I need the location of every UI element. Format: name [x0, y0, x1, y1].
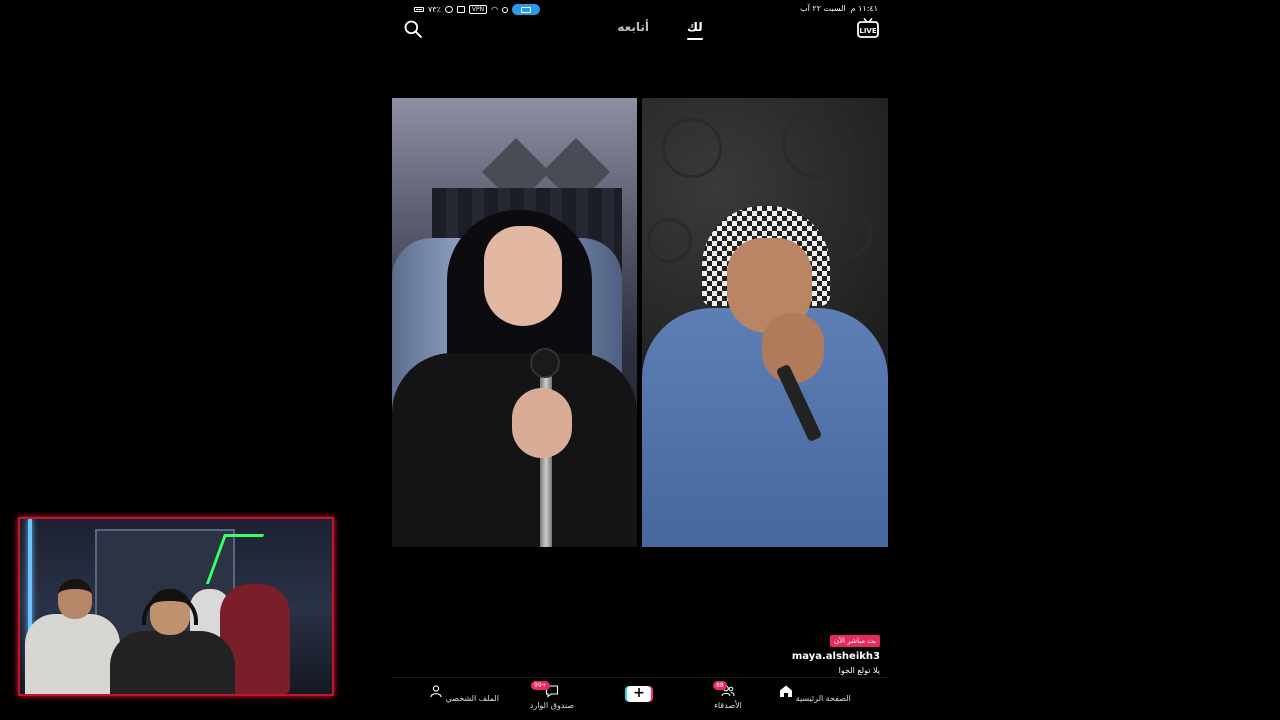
status-icons: ٧٣٪ VPN ◠ [414, 4, 541, 15]
alarm-icon [502, 6, 509, 13]
wall-pattern [662, 118, 722, 178]
live-username[interactable]: maya.alsheikh3 [792, 651, 880, 662]
cast-icon [456, 6, 465, 13]
live-now-badge[interactable]: بث مباشر الآن [829, 635, 880, 647]
person-right-shirt [110, 631, 235, 694]
friends-badge: 88 [713, 681, 727, 690]
inbox-icon: 99+ [531, 681, 559, 698]
inbox-badge: 99+ [531, 681, 550, 690]
home-icon [780, 685, 793, 697]
person-left-shirt [25, 614, 120, 694]
tab-for-you[interactable]: لك [687, 20, 703, 34]
status-date: السبت ٢٢ آب [800, 4, 846, 13]
top-nav: لك أتابعه LIVE [392, 16, 888, 44]
live-caption: يلا تولع الجوا [838, 666, 880, 675]
feed-tabs: لك أتابعه [392, 20, 888, 34]
live-video-left[interactable] [392, 98, 637, 547]
nav-inbox-label: صندوق الوارد [529, 701, 575, 710]
tab-following[interactable]: أتابعه [617, 20, 649, 34]
nav-home-label: الصفحة الرئيسية [795, 694, 851, 703]
streamer-webcam [18, 517, 334, 696]
streamer-face [484, 226, 562, 326]
nav-profile[interactable]: الملف الشخصي [424, 684, 504, 703]
battery-percent: ٧٣٪ [428, 5, 441, 14]
friends-icon: 88 [713, 681, 735, 698]
wifi-icon: ◠ [491, 5, 499, 14]
phone-screen: ٧٣٪ VPN ◠ ١١:٤١ م السبت ٢٢ آب لك أتابعه … [392, 0, 888, 720]
live-video-right[interactable] [642, 98, 888, 547]
status-time: ١١:٤١ م السبت ٢٢ آب [800, 4, 878, 13]
bottom-nav: الصفحة الرئيسية 88 الأصدقاء + 99+ صندوق … [392, 677, 888, 720]
vpn-icon: VPN [468, 5, 488, 14]
nav-profile-label: الملف الشخصي [445, 694, 499, 703]
profile-icon [430, 685, 442, 698]
live-info[interactable]: بث مباشر الآن maya.alsheikh3 يلا تولع ال… [792, 628, 880, 675]
nav-friends[interactable]: 88 الأصدقاء [688, 681, 768, 710]
wall-pattern [822, 208, 872, 258]
guest-hand [762, 313, 824, 383]
streamer-shirt [392, 353, 637, 547]
streamer-hand [512, 388, 572, 458]
person-left-head [58, 579, 92, 619]
live-label: LIVE [859, 27, 876, 35]
battery-icon [414, 7, 424, 12]
create-button[interactable]: + [627, 686, 651, 702]
status-clock: ١١:٤١ م [850, 4, 878, 13]
data-saver-icon [444, 6, 453, 13]
plus-icon: + [633, 685, 645, 701]
status-bar: ٧٣٪ VPN ◠ ١١:٤١ م السبت ٢٢ آب [392, 3, 888, 17]
nav-friends-label: الأصدقاء [714, 701, 742, 710]
nav-inbox[interactable]: 99+ صندوق الوارد [512, 681, 592, 710]
microphone-icon [530, 348, 560, 378]
live-icon[interactable]: LIVE [856, 17, 880, 41]
wall-pattern [647, 218, 692, 263]
nav-home[interactable]: الصفحة الرئيسية [775, 684, 855, 703]
screen-record-icon[interactable] [512, 4, 541, 15]
wall-pattern [782, 108, 852, 178]
